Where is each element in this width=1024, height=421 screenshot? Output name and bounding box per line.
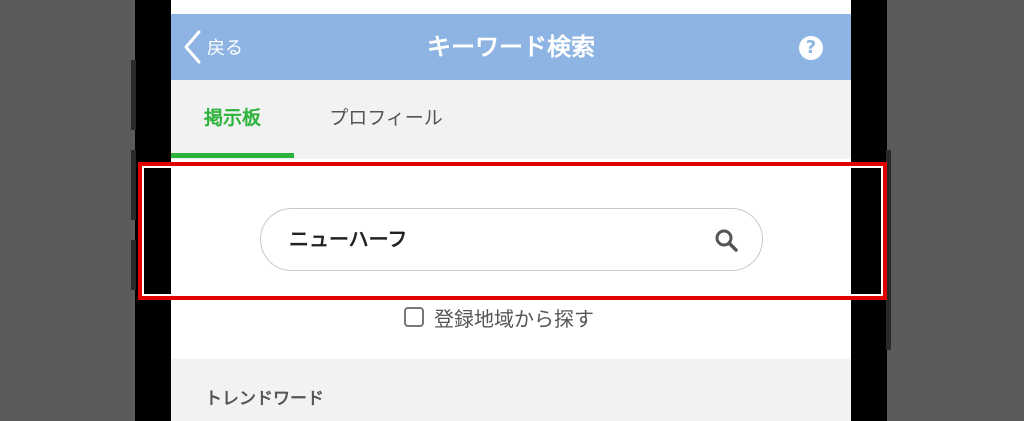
region-checkbox-label: 登録地域から探す	[434, 306, 594, 331]
page-title: キーワード検索	[427, 33, 595, 61]
tab-bar: 掲示板 プロフィール	[171, 80, 851, 159]
app-screen: 戻る キーワード検索 ? 掲示板 プロフィール ニューハーフ 登録地域から探す …	[171, 0, 851, 421]
search-section: ニューハーフ 登録地域から探す	[171, 159, 851, 359]
trend-words-heading: トレンドワード	[205, 389, 324, 409]
search-input-value: ニューハーフ	[289, 227, 408, 251]
tab-bulletin-board[interactable]: 掲示板	[171, 80, 294, 159]
tab-profile[interactable]: プロフィール	[311, 80, 461, 159]
region-search-option[interactable]: 登録地域から探す	[404, 302, 594, 332]
top-strip	[171, 0, 851, 14]
search-icon[interactable]	[714, 228, 738, 256]
help-icon[interactable]: ?	[799, 36, 823, 60]
region-checkbox[interactable]	[404, 307, 424, 327]
active-tab-indicator	[171, 153, 294, 158]
phone-side-button	[131, 60, 136, 130]
search-input[interactable]: ニューハーフ	[260, 208, 763, 271]
phone-side-button	[131, 150, 136, 220]
phone-side-button	[131, 240, 136, 290]
navbar: 戻る キーワード検索 ?	[171, 14, 851, 80]
phone-side-button	[886, 150, 891, 350]
